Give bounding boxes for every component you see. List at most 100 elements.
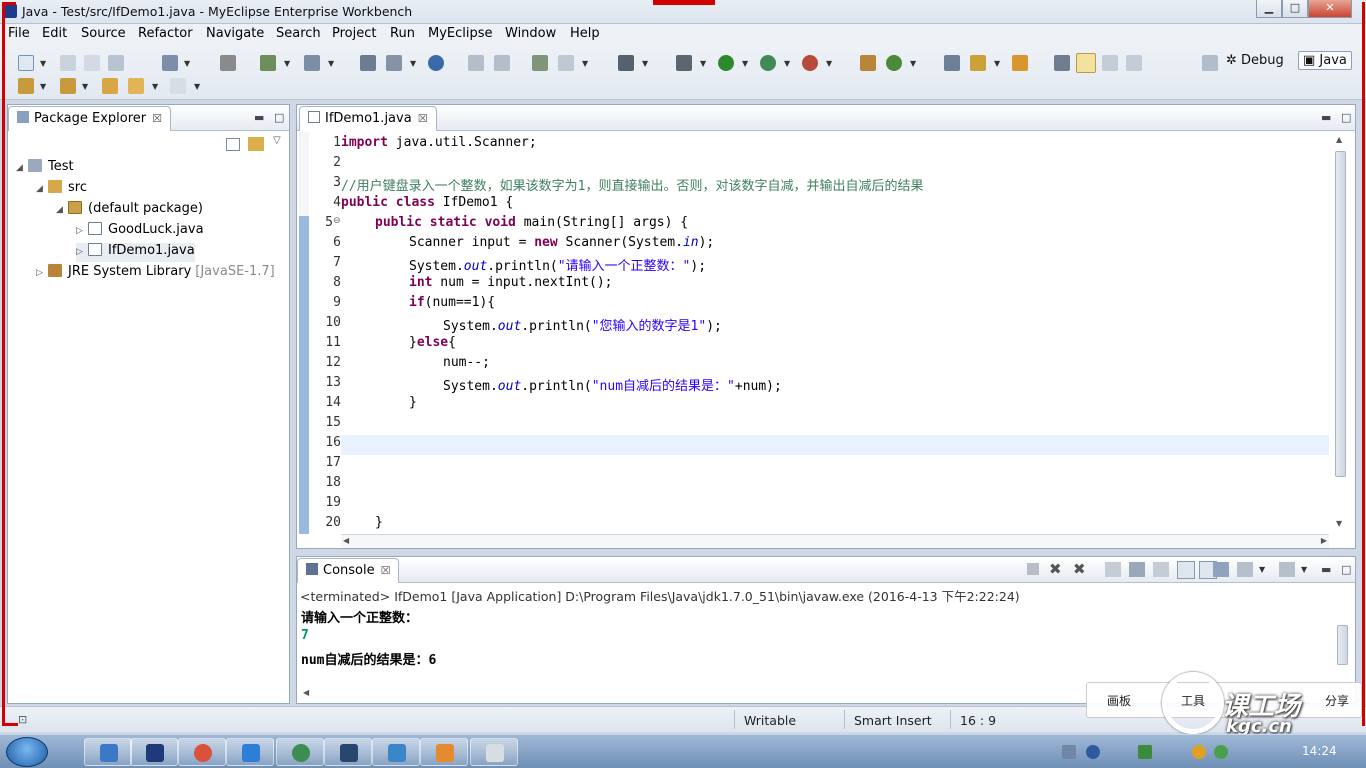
taskbar-app-1[interactable] — [84, 738, 132, 766]
editor-horizontal-scrollbar[interactable]: ◀ ▶ — [341, 534, 1329, 548]
image-icon[interactable] — [558, 55, 574, 71]
tab-console[interactable]: Console ☒ — [297, 558, 400, 583]
show-whitespace-icon[interactable] — [1126, 55, 1142, 71]
editor-tab-close-icon[interactable]: ☒ — [418, 112, 428, 125]
start-orb-icon[interactable] — [6, 737, 48, 767]
maximize-button[interactable]: □ — [1282, 0, 1308, 18]
scroll-up-icon[interactable]: ▲ — [1336, 135, 1342, 144]
run-config-icon[interactable] — [760, 55, 776, 71]
taskbar-app-8[interactable] — [420, 738, 468, 766]
terminal-dropdown-icon[interactable]: ▼ — [642, 59, 648, 68]
minimize-editor-icon[interactable]: ▬ — [1321, 111, 1331, 124]
console-scroll-left-icon[interactable]: ◀ — [303, 688, 309, 697]
annotation-icon[interactable] — [1054, 55, 1070, 71]
taskbar-app-9[interactable] — [470, 738, 518, 766]
open-perspective-icon[interactable] — [1202, 55, 1218, 71]
expand-icon[interactable]: ◢ — [36, 184, 48, 194]
taskbar-app-6[interactable] — [324, 738, 372, 766]
view-menu-icon[interactable]: ▽ — [273, 135, 281, 146]
code-line-12[interactable]: num--; — [341, 355, 1329, 375]
code-line-1[interactable]: import java.util.Scanner; — [341, 135, 1329, 155]
terminate-icon[interactable] — [1027, 563, 1039, 575]
tray-keyboard-icon[interactable] — [1062, 745, 1076, 759]
code-line-20[interactable]: } — [341, 515, 1329, 534]
next-annotation-icon[interactable] — [18, 78, 34, 94]
scroll-lock-icon[interactable] — [1129, 562, 1145, 577]
run-config-dropdown-icon[interactable]: ▼ — [784, 59, 790, 68]
display-console-icon[interactable] — [1237, 562, 1253, 577]
run-dropdown-icon[interactable]: ▼ — [742, 59, 748, 68]
minimize-view-icon[interactable]: ▬ — [254, 111, 264, 124]
lock-icon[interactable] — [220, 55, 236, 71]
taskbar-app-3[interactable] — [178, 738, 226, 766]
open-task-icon[interactable] — [970, 55, 986, 71]
prev-annotation-icon[interactable] — [60, 78, 76, 94]
code-line-14[interactable]: } — [341, 395, 1329, 415]
sync-icon[interactable] — [494, 55, 510, 71]
save-all-icon[interactable] — [84, 55, 100, 71]
package-explorer-close-icon[interactable]: ☒ — [152, 112, 162, 125]
taskbar-app-5[interactable] — [276, 738, 324, 766]
run-icon[interactable] — [718, 55, 734, 71]
code-line-8[interactable]: int num = input.nextInt(); — [341, 275, 1329, 295]
menu-source[interactable]: Source — [81, 26, 126, 41]
menu-edit[interactable]: Edit — [42, 26, 67, 41]
servers-icon[interactable] — [386, 55, 402, 71]
code-area[interactable]: import java.util.Scanner; //用户键盘录入一个整数，如… — [341, 132, 1329, 534]
save-icon[interactable] — [60, 55, 76, 71]
code-line-3[interactable]: //用户键盘录入一个整数，如果该数字为1，则直接输出。否则，对该数字自减，并输出… — [341, 175, 1329, 195]
pin-console-icon[interactable] — [1213, 562, 1229, 577]
console-close-icon[interactable]: ☒ — [381, 564, 391, 577]
servers-dropdown-icon[interactable]: ▼ — [410, 59, 416, 68]
maximize-editor-icon[interactable]: □ — [1341, 111, 1351, 124]
editor-vertical-scrollbar[interactable]: ▲ ▼ — [1333, 135, 1347, 528]
deploy-dropdown-icon[interactable]: ▼ — [184, 59, 190, 68]
open-console-dropdown-icon[interactable]: ▼ — [1301, 565, 1307, 574]
taskbar-app-2[interactable] — [130, 738, 178, 766]
debug-icon[interactable] — [676, 55, 692, 71]
external-tools-icon[interactable] — [802, 55, 818, 71]
console-scroll-thumb[interactable] — [1337, 625, 1348, 665]
fast-view-icon[interactable]: ⊡ — [18, 713, 27, 726]
last-edit-icon[interactable] — [102, 78, 118, 94]
remove-all-icon[interactable]: ✖ — [1073, 560, 1086, 578]
toggle-mark-icon[interactable] — [1012, 55, 1028, 71]
tree-item-jre[interactable]: ▷ JRE System Library [JavaSE-1.7] — [36, 264, 275, 283]
collapse-icon[interactable]: ▷ — [76, 247, 88, 257]
new-package-icon[interactable] — [886, 55, 902, 71]
tree-item-goodluck[interactable]: ▷ GoodLuck.java — [76, 222, 204, 241]
scroll-right-icon[interactable]: ▶ — [1321, 536, 1327, 545]
debug-dropdown-icon[interactable]: ▼ — [700, 59, 706, 68]
new-class-icon[interactable] — [860, 55, 876, 71]
collapse-icon[interactable]: ▷ — [36, 268, 48, 278]
forward-icon[interactable] — [170, 78, 186, 94]
tree-item-ifdemo1[interactable]: ▷ IfDemo1.java — [76, 243, 195, 262]
new-dropdown-icon[interactable]: ▼ — [40, 59, 46, 68]
search-dropdown-icon[interactable]: ▼ — [328, 59, 334, 68]
tree-item-src[interactable]: ◢ src — [36, 180, 87, 199]
expand-icon[interactable]: ◢ — [16, 163, 28, 173]
tray-qq-icon[interactable] — [1192, 745, 1206, 759]
close-button[interactable]: ✕ — [1308, 0, 1352, 18]
code-line-6[interactable]: Scanner input = new Scanner(System.in); — [341, 235, 1329, 255]
print-icon[interactable] — [108, 55, 124, 71]
server-icon[interactable] — [360, 55, 376, 71]
menu-window[interactable]: Window — [505, 26, 556, 41]
remove-launch-icon[interactable]: ✖ — [1049, 560, 1062, 578]
open-type-icon[interactable] — [944, 55, 960, 71]
menu-run[interactable]: Run — [390, 26, 415, 41]
prev-annotation-dropdown-icon[interactable]: ▼ — [82, 82, 88, 91]
tray-help-icon[interactable] — [1086, 745, 1100, 759]
wizard-dropdown-icon[interactable]: ▼ — [284, 59, 290, 68]
taskbar-app-7[interactable] — [372, 738, 420, 766]
draw-board-button[interactable]: 画板 — [1107, 692, 1131, 709]
perspective-debug[interactable]: ✲ Debug — [1226, 53, 1284, 68]
maximize-console-icon[interactable]: □ — [1341, 563, 1351, 576]
team-icon[interactable] — [468, 55, 484, 71]
minimize-button[interactable]: ▁ — [1256, 0, 1282, 18]
palette-icon[interactable] — [532, 55, 548, 71]
tray-network-icon[interactable] — [1214, 745, 1228, 759]
menu-project[interactable]: Project — [332, 26, 376, 41]
show-stdout-icon[interactable] — [1177, 561, 1195, 579]
tab-ifdemo1-java[interactable]: IfDemo1.java ☒ — [299, 106, 437, 131]
